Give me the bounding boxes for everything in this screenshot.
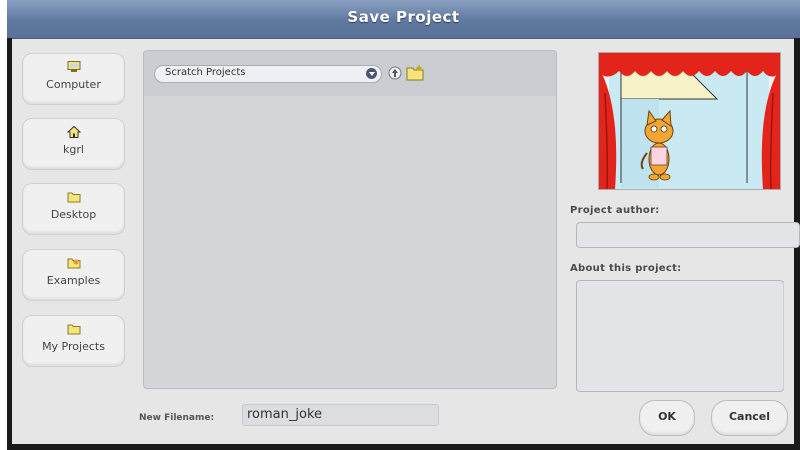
folder-path-dropdown[interactable]: Scratch Projects	[154, 65, 382, 83]
window-frame-left	[7, 38, 12, 450]
title-bar[interactable]: Save Project	[7, 0, 800, 39]
sidebar-item-computer[interactable]: Computer	[22, 53, 125, 105]
project-author-field[interactable]	[576, 222, 800, 248]
window-margin	[0, 0, 7, 450]
about-project-label: About this project:	[570, 263, 682, 274]
project-thumbnail	[598, 52, 781, 190]
save-project-dialog: Save Project Computer kgrl Desktop Examp…	[0, 0, 800, 450]
folder-icon	[67, 192, 80, 203]
sidebar-item-desktop[interactable]: Desktop	[22, 183, 125, 235]
sidebar-item-my-projects[interactable]: My Projects	[22, 315, 125, 367]
sidebar-item-examples[interactable]: Examples	[22, 249, 125, 301]
about-project-scrollbar[interactable]	[783, 281, 794, 389]
sidebar-item-label: Examples	[46, 274, 101, 287]
dialog-title: Save Project	[347, 8, 460, 26]
sidebar-item-label: Computer	[46, 78, 101, 91]
folder-icon	[67, 324, 80, 335]
file-browser-header: Scratch Projects	[144, 51, 556, 96]
filename-input[interactable]: roman_joke	[242, 404, 439, 426]
computer-icon	[67, 61, 80, 72]
sidebar-item-label: kgrl	[63, 143, 84, 156]
cancel-button[interactable]: Cancel	[711, 400, 788, 436]
filename-label: New Filename:	[139, 413, 215, 423]
project-author-label: Project author:	[570, 205, 660, 216]
new-folder-icon[interactable]	[406, 65, 424, 81]
chevron-down-icon[interactable]	[366, 68, 377, 79]
sidebar-item-label: Desktop	[50, 208, 97, 221]
up-folder-icon[interactable]	[388, 66, 402, 80]
folder-path-value: Scratch Projects	[165, 67, 246, 78]
examples-folder-icon	[67, 258, 80, 269]
sidebar-item-kgrl[interactable]: kgrl	[22, 118, 125, 170]
home-icon	[66, 126, 81, 138]
window-frame-bottom	[7, 444, 800, 450]
ok-button[interactable]: OK	[639, 400, 695, 436]
sidebar-item-label: My Projects	[42, 340, 105, 353]
file-browser[interactable]: Scratch Projects	[143, 50, 557, 389]
about-project-field[interactable]	[576, 280, 784, 392]
